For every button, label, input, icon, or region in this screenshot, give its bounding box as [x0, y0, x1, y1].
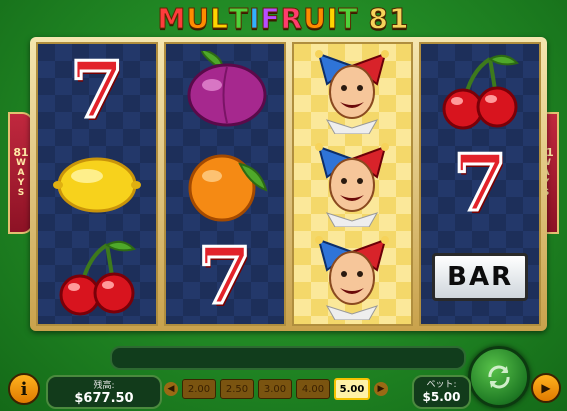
bet-selector: ◀ 2.00 2.50 3.00 4.00 5.00 ▶ — [164, 376, 404, 402]
bar-symbol: BAR — [421, 231, 539, 324]
game-logo: MULTIFRUIT 81 — [0, 2, 567, 36]
ways-letter: S — [17, 187, 25, 198]
bet-option[interactable]: 4.00 — [296, 379, 330, 399]
logo-number: 81 — [368, 2, 410, 36]
balance-value: $677.50 — [74, 391, 134, 406]
balance-display: 残高: $677.50 — [46, 375, 162, 409]
bet-option[interactable]: 2.00 — [182, 379, 216, 399]
reel-2: 7 — [163, 42, 286, 326]
logo-letter: L — [210, 2, 229, 36]
logo-letter: T — [228, 2, 250, 36]
bar-label: BAR — [432, 253, 529, 302]
bet-increase-button[interactable]: ▶ — [374, 382, 388, 396]
jester-symbol — [294, 137, 412, 230]
chevron-left-icon: ◀ — [167, 384, 175, 394]
bet-value: $5.00 — [422, 390, 461, 404]
plum-icon — [187, 50, 267, 127]
autoplay-button[interactable]: ▶ — [531, 373, 561, 403]
jester-icon — [315, 142, 390, 227]
chevron-right-icon: ▶ — [377, 384, 385, 394]
jester-icon — [315, 49, 390, 134]
message-bar — [110, 346, 466, 370]
cherries-symbol — [38, 231, 156, 324]
cherries-icon — [442, 54, 520, 130]
logo-letter: T — [338, 2, 359, 36]
reel-4: 7 BAR — [419, 42, 541, 326]
info-button[interactable]: i — [8, 373, 40, 405]
logo-letter: U — [303, 2, 327, 36]
bet-option[interactable]: 3.00 — [258, 379, 292, 399]
seven-symbol: 7 — [38, 44, 156, 137]
lemon-symbol — [38, 137, 156, 230]
bet-decrease-button[interactable]: ◀ — [164, 382, 178, 396]
reel-1: 7 — [36, 42, 158, 326]
seven-glyph: 7 — [451, 137, 508, 229]
jester-symbol — [294, 44, 412, 137]
bet-option-selected[interactable]: 5.00 — [334, 378, 370, 400]
logo-letter: M — [157, 2, 187, 36]
seven-symbol: 7 — [166, 231, 284, 324]
seven-glyph: 7 — [196, 231, 253, 323]
logo-letter: U — [186, 2, 211, 36]
logo-letter: R — [280, 2, 304, 36]
jester-icon — [315, 236, 390, 321]
jester-symbol — [294, 231, 412, 324]
bet-option[interactable]: 2.50 — [220, 379, 254, 399]
orange-icon — [188, 154, 268, 222]
reel-3 — [291, 42, 414, 326]
lemon-icon — [52, 157, 141, 213]
logo-letter: I — [326, 2, 339, 36]
seven-glyph: 7 — [68, 44, 125, 136]
bet-display: ベット: $5.00 — [412, 375, 471, 409]
bet-label: ベット: — [426, 380, 457, 390]
control-bar: i 残高: $677.50 ◀ 2.00 2.50 3.00 4.00 5.00… — [0, 370, 567, 411]
plum-symbol — [166, 44, 284, 137]
cherries-icon — [59, 241, 136, 316]
reel-grid: 7 7 7 BAR — [36, 42, 541, 326]
play-icon: ▶ — [541, 381, 551, 395]
info-icon: i — [20, 378, 28, 400]
logo-letter: F — [260, 2, 281, 36]
orange-symbol — [166, 137, 284, 230]
balance-label: 残高: — [93, 381, 115, 391]
cherries-symbol — [421, 44, 539, 137]
seven-symbol: 7 — [421, 137, 539, 230]
logo-letter: I — [249, 2, 261, 36]
